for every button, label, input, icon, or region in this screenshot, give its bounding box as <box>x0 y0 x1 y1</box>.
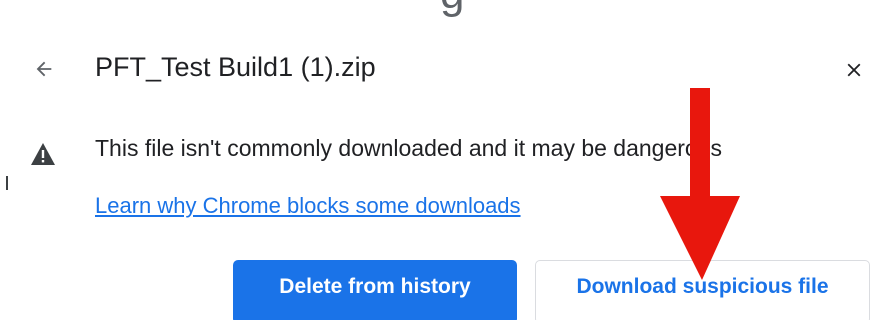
back-button[interactable] <box>30 55 58 83</box>
delete-from-history-button[interactable]: Delete from history <box>233 260 517 320</box>
red-arrow-annotation-icon <box>660 88 740 280</box>
clipped-heading-fragment: g <box>440 0 472 22</box>
warning-triangle-icon <box>31 143 55 165</box>
download-warning-panel: g PFT_Test Build1 (1).zip This file isn'… <box>0 0 870 320</box>
arrow-left-icon <box>36 61 52 77</box>
close-icon <box>847 63 861 77</box>
file-name-title: PFT_Test Build1 (1).zip <box>95 52 376 82</box>
warning-message: This file isn't commonly downloaded and … <box>95 135 723 161</box>
edge-mark <box>6 176 8 190</box>
close-button[interactable] <box>840 56 868 84</box>
learn-more-link[interactable]: Learn why Chrome blocks some downloads <box>95 193 521 219</box>
